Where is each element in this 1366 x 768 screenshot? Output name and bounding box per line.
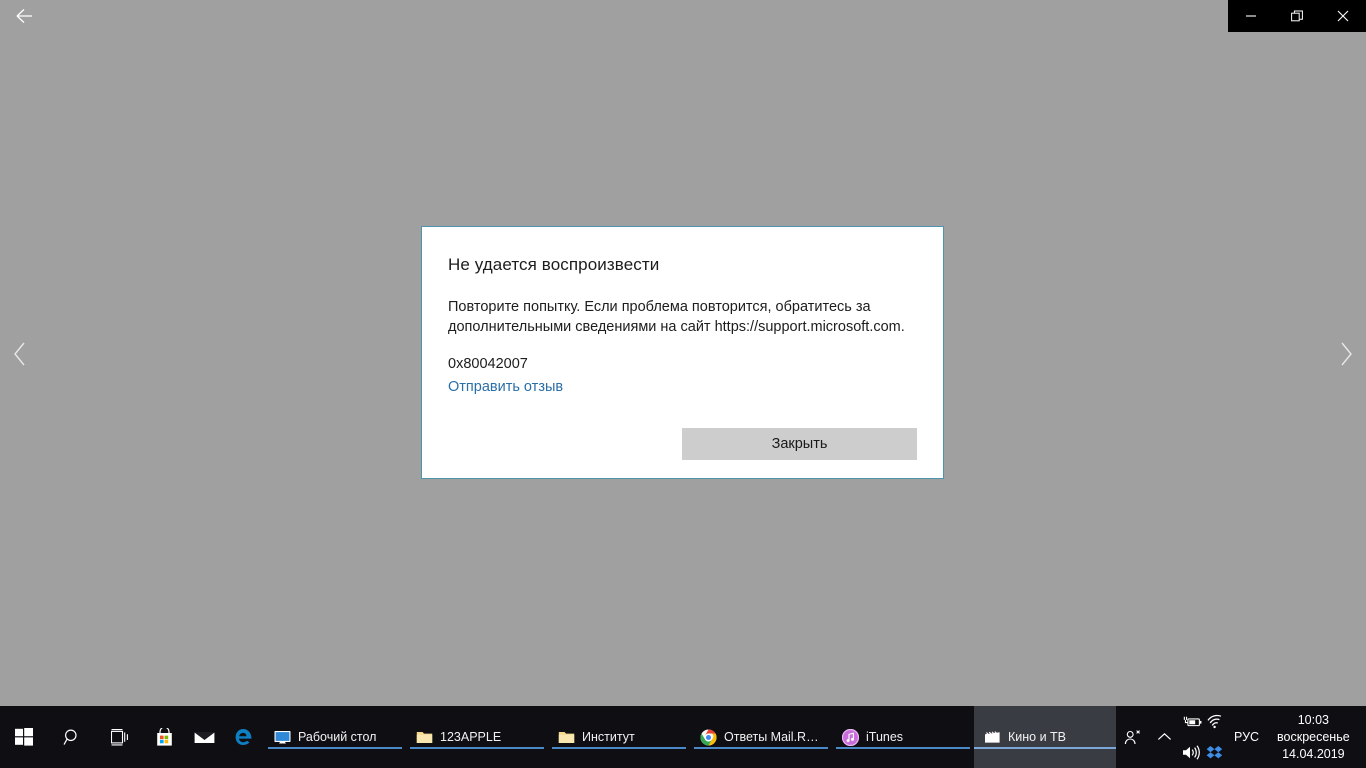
clock-date: 14.04.2019 bbox=[1282, 746, 1345, 761]
system-tray: РУС 10:03 воскресенье 14.04.2019 bbox=[1116, 706, 1366, 768]
chevron-right-icon bbox=[1341, 342, 1352, 366]
pinned-microsoft-store[interactable] bbox=[144, 706, 184, 768]
clock-time: 10:03 bbox=[1297, 712, 1329, 727]
people-button[interactable] bbox=[1116, 706, 1148, 768]
windows-logo-icon bbox=[15, 728, 33, 746]
playback-error-dialog: Не удается воспроизвести Повторите попыт… bbox=[421, 226, 944, 479]
wifi-icon bbox=[1206, 714, 1221, 729]
dropbox-button[interactable] bbox=[1206, 745, 1224, 761]
clock[interactable]: 10:03 воскресенье 14.04.2019 bbox=[1267, 706, 1360, 768]
taskbar-item-label: Рабочий стол bbox=[298, 730, 377, 744]
tray-icons-grid bbox=[1180, 706, 1226, 768]
task-view-button[interactable] bbox=[96, 706, 144, 768]
taskbar-item-label: 123APPLE bbox=[440, 730, 502, 744]
previous-button[interactable] bbox=[0, 332, 40, 376]
taskbar-system-buttons bbox=[0, 706, 264, 768]
taskbar-item-indicator bbox=[410, 747, 544, 749]
taskbar: Рабочий стол 123APPLE Институт Ответы Ma… bbox=[0, 706, 1366, 768]
movies-tv-app-window: Не удается воспроизвести Повторите попыт… bbox=[0, 0, 1366, 768]
taskbar-item-label: Институт bbox=[582, 730, 635, 744]
search-button[interactable] bbox=[48, 706, 96, 768]
microsoft-store-icon bbox=[156, 727, 172, 746]
action-center-button[interactable] bbox=[1360, 706, 1366, 768]
close-dialog-button[interactable]: Закрыть bbox=[682, 428, 917, 460]
taskbar-item-desktop[interactable]: Рабочий стол bbox=[264, 706, 406, 768]
folder-icon bbox=[558, 729, 575, 746]
people-icon bbox=[1124, 729, 1140, 744]
volume-button[interactable] bbox=[1182, 745, 1201, 760]
language-indicator[interactable]: РУС bbox=[1226, 706, 1267, 768]
taskbar-item-indicator bbox=[268, 747, 402, 749]
taskbar-item-label: Ответы Mail.Ru: з... bbox=[724, 730, 822, 744]
close-icon bbox=[1337, 10, 1349, 22]
task-view-icon bbox=[110, 728, 128, 745]
window-controls bbox=[1228, 0, 1366, 32]
back-arrow-icon bbox=[16, 9, 32, 23]
restore-button[interactable] bbox=[1274, 0, 1320, 32]
minimize-button[interactable] bbox=[1228, 0, 1274, 32]
show-hidden-icons-button[interactable] bbox=[1148, 706, 1180, 768]
folder-icon bbox=[416, 729, 433, 746]
pinned-mail[interactable] bbox=[184, 706, 224, 768]
chrome-icon bbox=[700, 729, 717, 746]
taskbar-item-123apple[interactable]: 123APPLE bbox=[406, 706, 548, 768]
movies-tv-icon bbox=[984, 729, 1001, 746]
mail-icon bbox=[193, 731, 215, 743]
pinned-edge[interactable] bbox=[224, 706, 264, 768]
itunes-icon bbox=[842, 728, 859, 746]
dialog-footer: Закрыть bbox=[448, 428, 917, 460]
back-button[interactable] bbox=[0, 0, 48, 32]
dialog-title: Не удается воспроизвести bbox=[448, 255, 660, 274]
taskbar-item-movies-tv[interactable]: Кино и ТВ bbox=[974, 706, 1116, 768]
clock-weekday: воскресенье bbox=[1277, 729, 1350, 744]
battery-charging-icon bbox=[1183, 716, 1201, 726]
taskbar-item-label: iTunes bbox=[866, 730, 904, 744]
taskbar-item-institut[interactable]: Институт bbox=[548, 706, 690, 768]
error-code: 0x80042007 bbox=[448, 356, 528, 372]
dialog-message: Повторите попытку. Если проблема повтори… bbox=[448, 299, 905, 335]
taskbar-item-indicator bbox=[836, 747, 970, 749]
taskbar-item-indicator bbox=[974, 747, 1116, 749]
chevron-left-icon bbox=[14, 342, 25, 366]
dropbox-icon bbox=[1206, 745, 1222, 758]
taskbar-app-buttons: Рабочий стол 123APPLE Институт Ответы Ma… bbox=[264, 706, 1116, 768]
close-button[interactable] bbox=[1320, 0, 1366, 32]
taskbar-item-indicator bbox=[694, 747, 828, 749]
taskbar-item-label: Кино и ТВ bbox=[1008, 730, 1067, 744]
search-icon bbox=[62, 729, 77, 745]
network-button[interactable] bbox=[1206, 714, 1224, 729]
next-button[interactable] bbox=[1326, 332, 1366, 376]
taskbar-item-indicator bbox=[552, 747, 686, 749]
edge-icon bbox=[235, 729, 252, 745]
send-feedback-link[interactable]: Отправить отзыв bbox=[448, 379, 563, 395]
start-button[interactable] bbox=[0, 706, 48, 768]
minimize-icon bbox=[1246, 15, 1256, 17]
taskbar-item-chrome[interactable]: Ответы Mail.Ru: з... bbox=[690, 706, 832, 768]
restore-icon bbox=[1290, 10, 1303, 21]
battery-button[interactable] bbox=[1182, 715, 1202, 729]
desktop-icon bbox=[274, 729, 291, 746]
speaker-icon bbox=[1183, 745, 1200, 760]
taskbar-item-itunes[interactable]: iTunes bbox=[832, 706, 974, 768]
chevron-up-icon bbox=[1157, 732, 1171, 740]
